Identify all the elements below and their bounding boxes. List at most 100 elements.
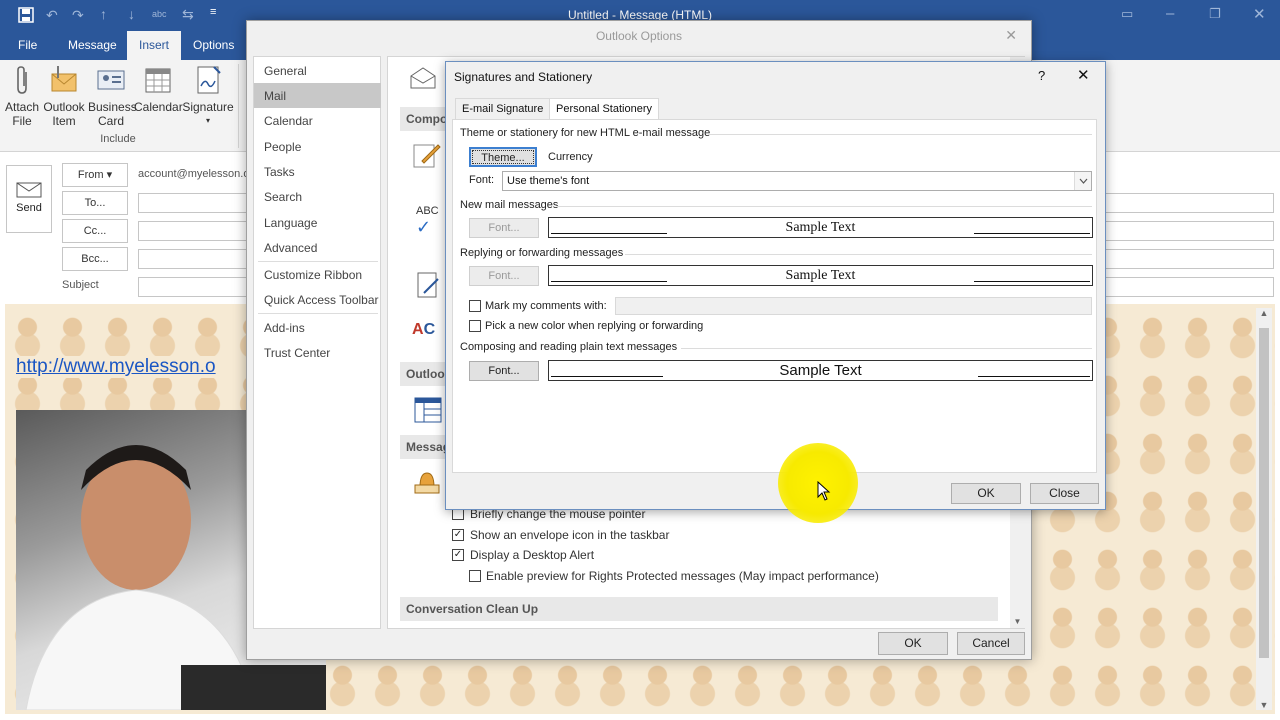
subject-field[interactable] — [138, 277, 248, 297]
body-scrollbar[interactable]: ▲ ▼ — [1256, 308, 1272, 710]
plain-text-sample: Sample Text — [548, 360, 1093, 381]
ribbon-display-icon[interactable]: ▭ — [1121, 6, 1133, 22]
dialog-title: Signatures and Stationery — [454, 70, 593, 84]
nav-add-ins[interactable]: Add-ins — [264, 321, 305, 335]
close-icon[interactable]: ✕ — [1253, 5, 1266, 23]
nav-general[interactable]: General — [264, 64, 307, 78]
help-button[interactable]: ? — [1038, 68, 1045, 83]
cc-field[interactable] — [138, 221, 248, 241]
outlook-item-button[interactable]: Outlook Item — [42, 64, 86, 128]
options-ok-button[interactable]: OK — [878, 632, 948, 655]
scroll-thumb[interactable] — [1259, 328, 1269, 658]
business-card-button[interactable]: Business Card — [88, 64, 137, 128]
pick-color-checkbox[interactable] — [469, 320, 481, 332]
send-button[interactable]: Send — [6, 165, 52, 233]
nav-mail[interactable]: Mail — [264, 89, 286, 103]
scroll-down-icon[interactable]: ▼ — [1010, 617, 1025, 626]
sample-rule-right — [978, 376, 1090, 377]
envelope-clip-icon — [48, 64, 80, 96]
options-nav: General Mail Calendar People Tasks Searc… — [253, 56, 381, 629]
nav-language[interactable]: Language — [264, 216, 317, 230]
message-arrival-bell-icon — [412, 467, 442, 495]
send-icon — [16, 180, 42, 198]
mark-comments-label: Mark my comments with: — [485, 300, 607, 312]
sample-rule-right — [974, 233, 1090, 234]
group-rule — [625, 254, 1092, 255]
rights-protected-checkbox[interactable] — [469, 570, 481, 582]
theme-font-dropdown[interactable]: Use theme's font — [502, 171, 1092, 191]
sample-rule-right — [974, 281, 1090, 282]
new-mail-font-button[interactable]: Font... — [469, 218, 539, 238]
bcc-field[interactable] — [138, 249, 248, 269]
plain-text-font-button[interactable]: Font... — [469, 361, 539, 381]
section-conversation-clean-up: Conversation Clean Up — [400, 597, 998, 621]
attach-file-button[interactable]: Attach File — [4, 64, 40, 128]
autocorrect-icon: AC — [412, 321, 436, 338]
tab-personal-stationery[interactable]: Personal Stationery — [549, 98, 659, 121]
nav-search[interactable]: Search — [264, 190, 302, 204]
spelling-abc-icon: ABC ✓ — [416, 205, 439, 237]
scroll-down-icon[interactable]: ▼ — [1256, 700, 1272, 710]
envelope-icon-checkbox[interactable]: ✓ — [452, 529, 464, 541]
outlook-panes-icon — [414, 397, 442, 423]
bcc-field-right[interactable] — [1104, 249, 1274, 269]
signature-close-button[interactable]: Close — [1030, 483, 1099, 504]
mouse-cursor-icon — [817, 481, 831, 501]
reply-font-button[interactable]: Font... — [469, 266, 539, 286]
nav-quick-access-toolbar[interactable]: Quick Access Toolbar — [264, 293, 379, 307]
from-button[interactable]: From ▾ — [62, 163, 128, 187]
section-outlook: Outlook — [400, 362, 451, 386]
theme-font-label: Font: — [469, 174, 495, 186]
to-button[interactable]: To... — [62, 191, 128, 215]
nav-calendar[interactable]: Calendar — [264, 114, 313, 128]
group-rule — [557, 206, 1092, 207]
dialog-close-icon[interactable]: ✕ — [1077, 66, 1090, 84]
signature-button[interactable]: Signature ▾ — [182, 64, 234, 128]
minimize-icon[interactable]: – — [1166, 5, 1174, 22]
to-field[interactable] — [138, 193, 248, 213]
sample-rule-left — [551, 233, 667, 234]
options-cancel-button[interactable]: Cancel — [957, 632, 1025, 655]
nav-advanced[interactable]: Advanced — [264, 241, 317, 255]
compose-pen-icon — [412, 141, 442, 169]
tab-insert[interactable]: Insert — [127, 31, 182, 60]
nav-people[interactable]: People — [264, 140, 301, 154]
scroll-up-icon[interactable]: ▲ — [1256, 308, 1272, 318]
tab-message[interactable]: Message — [56, 31, 129, 60]
nav-tasks[interactable]: Tasks — [264, 165, 295, 179]
paperclip-icon — [6, 64, 38, 96]
options-title: Outlook Options — [595, 29, 683, 43]
section-message: Messag — [400, 435, 450, 459]
nav-customize-ribbon[interactable]: Customize Ribbon — [264, 268, 362, 282]
from-address: account@myelesson.o — [138, 168, 250, 180]
tab-file[interactable]: File — [6, 31, 49, 60]
options-close-icon[interactable]: ✕ — [1005, 27, 1017, 44]
tab-options[interactable]: Options — [181, 31, 246, 60]
mail-envelope-icon — [410, 67, 436, 89]
mark-comments-checkbox[interactable] — [469, 300, 481, 312]
editor-options-icon — [416, 271, 442, 301]
rights-protected-label: Enable preview for Rights Protected mess… — [486, 569, 879, 583]
include-group-label: Include — [100, 133, 136, 145]
chevron-down-icon — [1074, 172, 1091, 190]
cc-button[interactable]: Cc... — [62, 219, 128, 243]
business-card-icon — [95, 64, 127, 96]
signature-ok-button[interactable]: OK — [951, 483, 1021, 504]
maximize-icon[interactable]: ❐ — [1209, 6, 1221, 22]
group-divider — [238, 64, 239, 148]
calendar-button[interactable]: Calendar — [134, 64, 183, 114]
sample-rule-left — [551, 376, 663, 377]
desktop-alert-checkbox[interactable]: ✓ — [452, 549, 464, 561]
bcc-button[interactable]: Bcc... — [62, 247, 128, 271]
theme-button[interactable]: Theme... — [469, 147, 537, 167]
tab-email-signature[interactable]: E-mail Signature — [455, 98, 551, 120]
cc-field-right[interactable] — [1104, 221, 1274, 241]
mark-comments-input[interactable] — [615, 297, 1092, 315]
website-link[interactable]: http://www.myelesson.o — [16, 356, 216, 378]
to-field-right[interactable] — [1104, 193, 1274, 213]
nav-trust-center[interactable]: Trust Center — [264, 346, 330, 360]
subject-field-right[interactable] — [1104, 277, 1274, 297]
personal-stationery-panel: Theme or stationery for new HTML e-mail … — [452, 119, 1097, 473]
theme-group-label: Theme or stationery for new HTML e-mail … — [460, 127, 711, 139]
sample-rule-left — [551, 281, 667, 282]
